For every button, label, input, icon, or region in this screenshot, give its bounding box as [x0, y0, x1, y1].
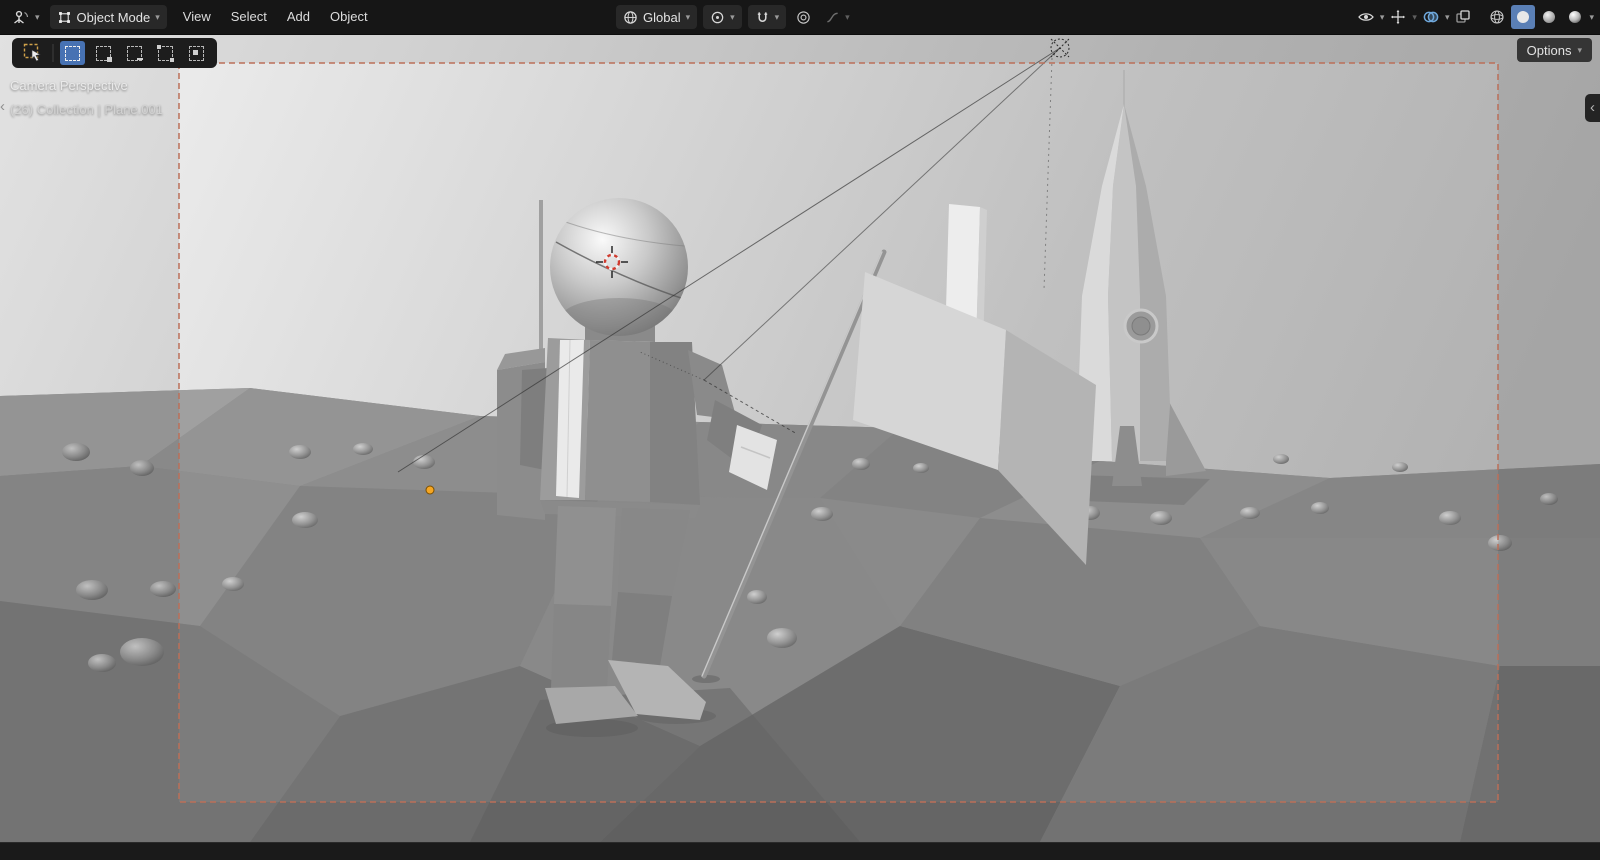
chevron-down-icon: ▾ — [774, 11, 780, 22]
chevron-down-icon: ▾ — [1444, 11, 1450, 22]
active-tool-select-box-button[interactable] — [20, 41, 46, 65]
pivot-point-icon — [711, 11, 724, 23]
object-mode-icon — [58, 11, 70, 23]
chevron-down-icon: ▾ — [1589, 11, 1594, 22]
shading-rendered-button[interactable] — [1563, 5, 1587, 29]
chevron-down-icon: ▾ — [35, 11, 40, 22]
material-preview-shading-icon — [1543, 11, 1556, 23]
orientation-label: Global — [643, 9, 681, 25]
toggle-xray-button[interactable] — [1451, 5, 1475, 29]
tool-settings-bar — [12, 38, 217, 68]
object-origin-dot[interactable] — [425, 485, 435, 495]
shading-material-button[interactable] — [1537, 5, 1561, 29]
transform-orientation-selector[interactable]: Global ▾ — [616, 5, 698, 29]
viewport-scene — [0, 34, 1600, 842]
snap-button[interactable]: ▾ — [747, 5, 787, 29]
select-mode-intersect-button[interactable] — [184, 41, 209, 65]
3d-viewport[interactable]: Camera Perspective (26) Collection | Pla… — [0, 34, 1600, 842]
chevron-down-icon: ▾ — [1577, 44, 1582, 55]
mode-selector[interactable]: Object Mode ▾ — [49, 5, 167, 29]
editor-type-button[interactable]: ▾ — [8, 5, 44, 29]
select-mode-invert-button[interactable] — [153, 41, 178, 65]
show-gizmo-button[interactable] — [1386, 5, 1410, 29]
select-mode-extend-button[interactable] — [91, 41, 116, 65]
header-menus: View Select Add Object — [173, 0, 378, 34]
shading-solid-button[interactable] — [1511, 5, 1536, 29]
xray-icon — [1456, 10, 1471, 23]
gizmo-icon — [1391, 9, 1406, 25]
select-set-icon — [65, 45, 80, 61]
select-mode-subtract-button[interactable] — [122, 41, 147, 65]
options-label: Options — [1526, 42, 1572, 58]
viewport-header: ▾ Object Mode ▾ View Select Add Object G… — [0, 0, 1600, 35]
pivot-point-button[interactable]: ▾ — [703, 5, 742, 29]
proportional-editing-button[interactable] — [792, 5, 815, 29]
menu-view[interactable]: View — [173, 0, 221, 34]
menu-object[interactable]: Object — [320, 0, 378, 34]
mode-selector-label: Object Mode — [76, 9, 151, 25]
bottom-editor-strip — [0, 842, 1600, 860]
select-subtract-icon — [127, 45, 143, 61]
select-intersect-icon — [189, 45, 204, 61]
select-invert-icon — [157, 44, 174, 62]
rendered-shading-icon — [1569, 11, 1582, 23]
chevron-down-icon: ▾ — [845, 11, 850, 22]
toolbar-panel-toggle[interactable]: ‹ — [0, 94, 12, 120]
chevron-down-icon: ▾ — [1379, 11, 1385, 22]
overlays-icon — [1423, 11, 1439, 23]
globe-icon — [624, 10, 637, 24]
3d-viewport-editor-icon — [14, 10, 29, 24]
show-overlays-button[interactable] — [1419, 5, 1443, 29]
object-visibility-button[interactable] — [1354, 5, 1378, 29]
falloff-curve-icon — [827, 12, 838, 22]
select-mode-set-button[interactable] — [60, 41, 85, 65]
menu-select[interactable]: Select — [221, 0, 277, 34]
proportional-falloff-button[interactable]: ▾ — [821, 5, 854, 29]
shading-wireframe-button[interactable] — [1485, 5, 1509, 29]
select-extend-icon — [96, 45, 112, 62]
chevron-down-icon: ▾ — [685, 11, 691, 22]
chevron-down-icon: ▾ — [730, 11, 735, 22]
menu-add[interactable]: Add — [277, 0, 320, 34]
eye-icon — [1358, 13, 1374, 21]
options-dropdown-button[interactable]: Options ▾ — [1516, 38, 1592, 62]
solid-shading-icon — [1517, 11, 1530, 23]
chevron-down-icon: ▾ — [1412, 11, 1417, 22]
chevron-down-icon: ▾ — [155, 11, 160, 22]
wireframe-shading-icon — [1490, 10, 1505, 24]
magnet-icon — [757, 11, 767, 22]
sidebar-panel-toggle[interactable]: ‹ — [1585, 94, 1600, 122]
select-box-tool-icon — [23, 43, 41, 62]
proportional-editing-icon — [797, 10, 810, 24]
